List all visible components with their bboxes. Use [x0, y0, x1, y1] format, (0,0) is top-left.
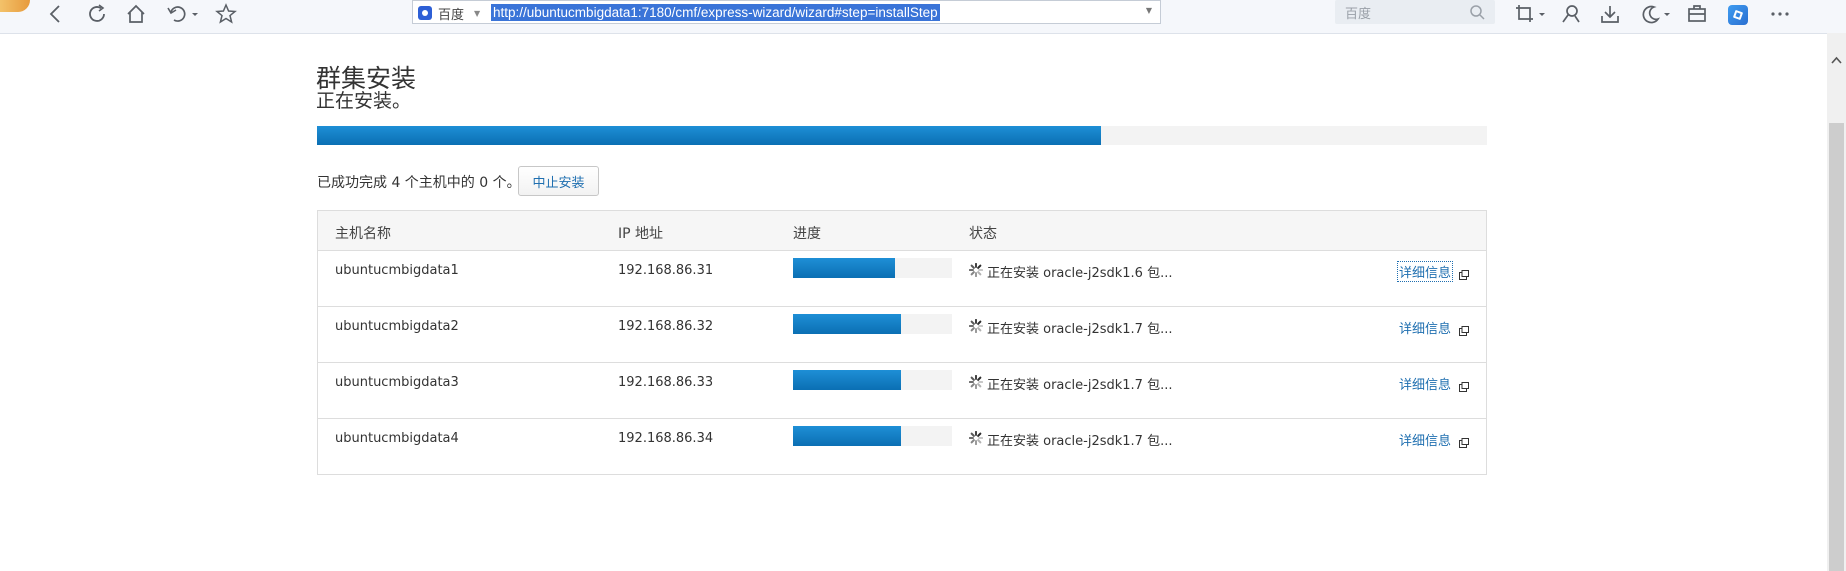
external-link-icon[interactable]: [1459, 265, 1469, 284]
host-progress-bar: [793, 314, 952, 334]
install-summary: 已成功完成 4 个主机中的 0 个。: [317, 175, 521, 191]
ip-cell: 192.168.86.31: [618, 263, 714, 278]
header-ip: IP 地址: [618, 226, 664, 242]
status-text: 正在安装 oracle-j2sdk1.7 包...: [987, 322, 1173, 337]
spinner-icon: [968, 262, 984, 281]
host-progress-bar: [793, 426, 952, 446]
table-row: ubuntucmbigdata3 192.168.86.33 正在安装 orac…: [318, 363, 1486, 419]
home-icon[interactable]: [125, 1, 147, 27]
install-status-text: 正在安装。: [316, 90, 412, 112]
status-text: 正在安装 oracle-j2sdk1.6 包...: [987, 266, 1173, 281]
night-mode-icon[interactable]: [1638, 1, 1672, 27]
search-engine-label: 百度: [438, 7, 465, 23]
vertical-scrollbar[interactable]: [1827, 33, 1846, 571]
details-link[interactable]: 详细信息: [1398, 374, 1452, 393]
status-cell: 正在安装 oracle-j2sdk1.7 包...: [968, 430, 1173, 449]
abort-install-button[interactable]: 中止安装: [518, 166, 599, 196]
undo-icon[interactable]: [166, 1, 200, 27]
extension-icon[interactable]: [1728, 2, 1748, 28]
hostname-cell: ubuntucmbigdata2: [335, 319, 459, 334]
download-icon[interactable]: [1599, 1, 1621, 27]
baidu-paw-icon: [418, 6, 432, 20]
more-icon[interactable]: [1769, 1, 1791, 27]
chevron-down-icon: ▼: [474, 8, 481, 18]
status-cell: 正在安装 oracle-j2sdk1.7 包...: [968, 318, 1173, 337]
magnifier-person-icon[interactable]: [1560, 1, 1582, 27]
screenshot-icon[interactable]: [1514, 1, 1546, 27]
browser-toolbar: 百度 ▼ http://ubuntucmbigdata1:7180/cmf/ex…: [0, 0, 1846, 34]
address-dropdown-icon[interactable]: ▼: [1146, 6, 1152, 15]
details-link[interactable]: 详细信息: [1398, 430, 1452, 449]
hostname-cell: ubuntucmbigdata4: [335, 431, 459, 446]
status-text: 正在安装 oracle-j2sdk1.7 包...: [987, 378, 1173, 393]
host-progress-bar: [793, 258, 952, 278]
hostname-cell: ubuntucmbigdata3: [335, 375, 459, 390]
toolbox-icon[interactable]: [1686, 1, 1708, 27]
bookmark-star-icon[interactable]: [215, 1, 237, 27]
spinner-icon: [968, 318, 984, 337]
back-icon[interactable]: [48, 1, 62, 27]
external-link-icon[interactable]: [1459, 321, 1469, 340]
table-row: ubuntucmbigdata1 192.168.86.31 正在安装 orac…: [318, 251, 1486, 307]
status-cell: 正在安装 oracle-j2sdk1.6 包...: [968, 262, 1173, 281]
scroll-up-arrow-icon[interactable]: [1831, 49, 1842, 68]
spinner-icon: [968, 374, 984, 393]
header-hostname: 主机名称: [335, 226, 391, 242]
status-text: 正在安装 oracle-j2sdk1.7 包...: [987, 434, 1173, 449]
external-link-icon[interactable]: [1459, 377, 1469, 396]
details-link[interactable]: 详细信息: [1398, 318, 1452, 337]
ip-cell: 192.168.86.33: [618, 375, 714, 390]
browser-logo: [0, 0, 30, 12]
host-progress-fill: [793, 370, 902, 390]
url-text[interactable]: http://ubuntucmbigdata1:7180/cmf/express…: [491, 4, 940, 21]
refresh-icon[interactable]: [86, 1, 108, 27]
overall-progress-bar: [317, 126, 1487, 145]
details-link[interactable]: 详细信息: [1396, 261, 1454, 282]
table-row: ubuntucmbigdata2 192.168.86.32 正在安装 orac…: [318, 307, 1486, 363]
spinner-icon: [968, 430, 984, 449]
host-progress-fill: [793, 258, 895, 278]
search-icon[interactable]: [1469, 4, 1485, 24]
host-progress-fill: [793, 426, 902, 446]
overall-progress-fill: [317, 126, 1101, 145]
header-progress: 进度: [793, 226, 821, 242]
scrollbar-thumb[interactable]: [1829, 123, 1844, 571]
search-box[interactable]: 百度: [1335, 0, 1495, 24]
ip-cell: 192.168.86.34: [618, 431, 714, 446]
status-cell: 正在安装 oracle-j2sdk1.7 包...: [968, 374, 1173, 393]
table-header: 主机名称 IP 地址 进度 状态: [318, 211, 1486, 251]
address-bar[interactable]: 百度 ▼ http://ubuntucmbigdata1:7180/cmf/ex…: [412, 0, 1161, 24]
table-row: ubuntucmbigdata4 192.168.86.34 正在安装 orac…: [318, 419, 1486, 475]
host-progress-bar: [793, 370, 952, 390]
host-table: 主机名称 IP 地址 进度 状态 ubuntucmbigdata1 192.16…: [317, 210, 1487, 475]
hostname-cell: ubuntucmbigdata1: [335, 263, 459, 278]
external-link-icon[interactable]: [1459, 433, 1469, 452]
header-status: 状态: [969, 226, 997, 242]
search-engine-selector[interactable]: 百度 ▼: [418, 3, 480, 23]
ip-cell: 192.168.86.32: [618, 319, 714, 334]
search-placeholder: 百度: [1345, 7, 1372, 22]
host-progress-fill: [793, 314, 902, 334]
